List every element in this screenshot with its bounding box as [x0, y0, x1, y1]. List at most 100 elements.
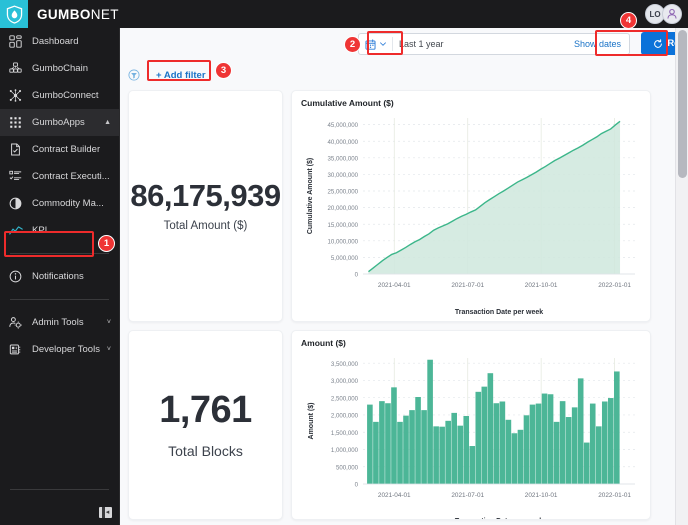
sidebar-item-label: Developer Tools: [32, 343, 100, 355]
svg-text:5,000,000: 5,000,000: [331, 255, 359, 262]
page-scrollbar[interactable]: [675, 28, 688, 525]
collapse-sidebar-button[interactable]: ◂: [99, 507, 112, 518]
date-range-value[interactable]: Last 1 year: [392, 37, 574, 51]
sidebar-item-label: Dashboard: [32, 35, 79, 47]
sidebar-item-gumboconnect[interactable]: GumboConnect: [0, 82, 119, 109]
admin-gear-user-icon: [9, 315, 26, 330]
annotation-marker-3: 3: [215, 62, 232, 79]
sidebar-item-label: Contract Builder: [32, 143, 101, 155]
document-check-icon: [9, 142, 26, 157]
annotation-marker-1: 1: [98, 235, 115, 252]
chevron-down-icon: [380, 42, 386, 46]
sidebar-item-notifications[interactable]: Notifications: [0, 263, 119, 290]
charts-column: Cumulative Amount ($) 0 5,000,000 10,000,0…: [291, 90, 651, 520]
svg-text:3,500,000: 3,500,000: [331, 361, 359, 368]
brand-title: GUMBONET: [37, 7, 119, 22]
top-bar-right: LO: [645, 4, 688, 24]
svg-text:35,000,000: 35,000,000: [328, 155, 359, 162]
svg-text:2022-01-01: 2022-01-01: [598, 492, 631, 499]
kpi-value: 1,761: [159, 389, 252, 431]
sidebar-item-label: GumboChain: [32, 62, 88, 74]
kpi-card-total-amount: 86,175,939 Total Amount ($): [128, 90, 283, 322]
svg-text:45,000,000: 45,000,000: [328, 122, 359, 129]
sidebar-item-contract-builder[interactable]: Contract Builder: [0, 136, 119, 163]
svg-text:10,000,000: 10,000,000: [328, 238, 359, 245]
svg-text:2021-07-01: 2021-07-01: [451, 282, 484, 289]
chevron-up-icon[interactable]: ▲: [104, 119, 111, 126]
svg-text:40,000,000: 40,000,000: [328, 139, 359, 146]
annotation-marker-2: 2: [344, 36, 361, 53]
date-picker-quick-select[interactable]: [359, 34, 392, 54]
sidebar-item-commodity-management[interactable]: Commodity Ma...: [0, 190, 119, 217]
svg-text:Cumulative Amount ($): Cumulative Amount ($): [307, 158, 314, 234]
kpi-label: Total Amount ($): [163, 220, 248, 232]
info-circle-icon: [9, 269, 26, 284]
sidebar-item-contract-execution[interactable]: Contract Executi...: [0, 163, 119, 190]
kpi-dashboard-screen: GUMBONET LO Dashboard GumboChain GumboCo…: [0, 0, 688, 525]
svg-text:500,000: 500,000: [336, 464, 359, 471]
chart-card-cumulative-amount: Cumulative Amount ($) 0 5,000,000 10,000,0…: [291, 90, 651, 322]
chart-title: Cumulative Amount ($): [301, 98, 394, 108]
collapse-arrow-icon: ◂: [105, 509, 110, 516]
sidebar-divider-2: [10, 299, 109, 300]
dashboard-toolbar: Last 1 year Show dates Refresh: [120, 28, 688, 60]
checklist-icon: [9, 169, 26, 184]
chevron-down-icon[interactable]: ˅: [107, 319, 111, 326]
cumulative-amount-area-chart[interactable]: 0 5,000,000 10,000,000 15,000,000 20,000,000…: [301, 110, 643, 320]
funnel-icon[interactable]: [128, 69, 140, 81]
svg-text:2,500,000: 2,500,000: [331, 395, 359, 402]
svg-text:2021-07-01: 2021-07-01: [451, 492, 484, 499]
brand-bold: GUMBO: [37, 6, 91, 22]
svg-text:1,000,000: 1,000,000: [331, 447, 359, 454]
add-filter-button[interactable]: + Add filter: [148, 67, 214, 84]
sidebar-item-label: Contract Executi...: [32, 170, 110, 182]
sidebar: Dashboard GumboChain GumboConnect GumboA…: [0, 28, 120, 525]
app-logo[interactable]: [0, 0, 28, 28]
kpi-value: 86,175,939: [130, 178, 281, 213]
sidebar-item-developer-tools[interactable]: Developer Tools ˅: [0, 336, 119, 363]
developer-chip-icon: [9, 342, 26, 357]
sidebar-divider-1: [10, 253, 109, 254]
contrast-circle-icon: [9, 196, 26, 211]
chain-blocks-icon: [9, 61, 26, 76]
kpi-label: Total Blocks: [168, 443, 243, 459]
svg-text:30,000,000: 30,000,000: [328, 172, 359, 179]
sidebar-item-label: Commodity Ma...: [32, 197, 104, 209]
sidebar-item-gumboapps[interactable]: GumboApps ▲: [0, 109, 119, 136]
sidebar-item-label: GumboConnect: [32, 89, 99, 101]
user-profile-icon: [667, 8, 677, 19]
brand-light: NET: [90, 6, 119, 22]
svg-text:0: 0: [355, 272, 359, 279]
collapse-sidebar-icon: [101, 507, 105, 518]
trend-line-icon: [9, 223, 26, 238]
svg-text:25,000,000: 25,000,000: [328, 189, 359, 196]
sidebar-item-admin-tools[interactable]: Admin Tools ˅: [0, 309, 119, 336]
svg-text:2,000,000: 2,000,000: [331, 413, 359, 420]
avatar-user-profile[interactable]: [662, 4, 682, 24]
calendar-icon: [365, 38, 376, 50]
svg-text:15,000,000: 15,000,000: [328, 222, 359, 229]
sidebar-item-gumbochain[interactable]: GumboChain: [0, 55, 119, 82]
date-range-picker[interactable]: Last 1 year Show dates: [358, 33, 630, 55]
sidebar-item-label: Admin Tools: [32, 316, 84, 328]
apps-dots-icon: [9, 115, 26, 130]
scrollbar-thumb[interactable]: [678, 30, 687, 178]
svg-text:0: 0: [355, 482, 359, 489]
droplet-shield-logo-icon: [6, 4, 22, 24]
chart-card-amount: Amount ($) 0 500,000 1,000,000 1,500,000 2,0…: [291, 330, 651, 520]
dashboard-grid-icon: [9, 34, 26, 49]
network-nodes-icon: [9, 88, 26, 103]
sidebar-item-dashboard[interactable]: Dashboard: [0, 28, 119, 55]
chevron-down-icon[interactable]: ˅: [107, 346, 111, 353]
dashboard-grid: 86,175,939 Total Amount ($) 1,761 Total …: [128, 90, 680, 520]
svg-text:Transaction Date per week: Transaction Date per week: [455, 309, 543, 316]
kpi-card-total-blocks: 1,761 Total Blocks: [128, 330, 283, 520]
amount-bar-chart[interactable]: 0 500,000 1,000,000 1,500,000 2,000,000 2,500…: [301, 350, 643, 520]
svg-text:2021-04-01: 2021-04-01: [378, 492, 411, 499]
kpi-column: 86,175,939 Total Amount ($) 1,761 Total …: [128, 90, 283, 520]
svg-text:2021-04-01: 2021-04-01: [378, 282, 411, 289]
sidebar-item-label: Notifications: [32, 270, 84, 282]
svg-text:20,000,000: 20,000,000: [328, 205, 359, 212]
show-dates-link[interactable]: Show dates: [574, 39, 629, 49]
annotation-marker-4: 4: [620, 12, 637, 29]
